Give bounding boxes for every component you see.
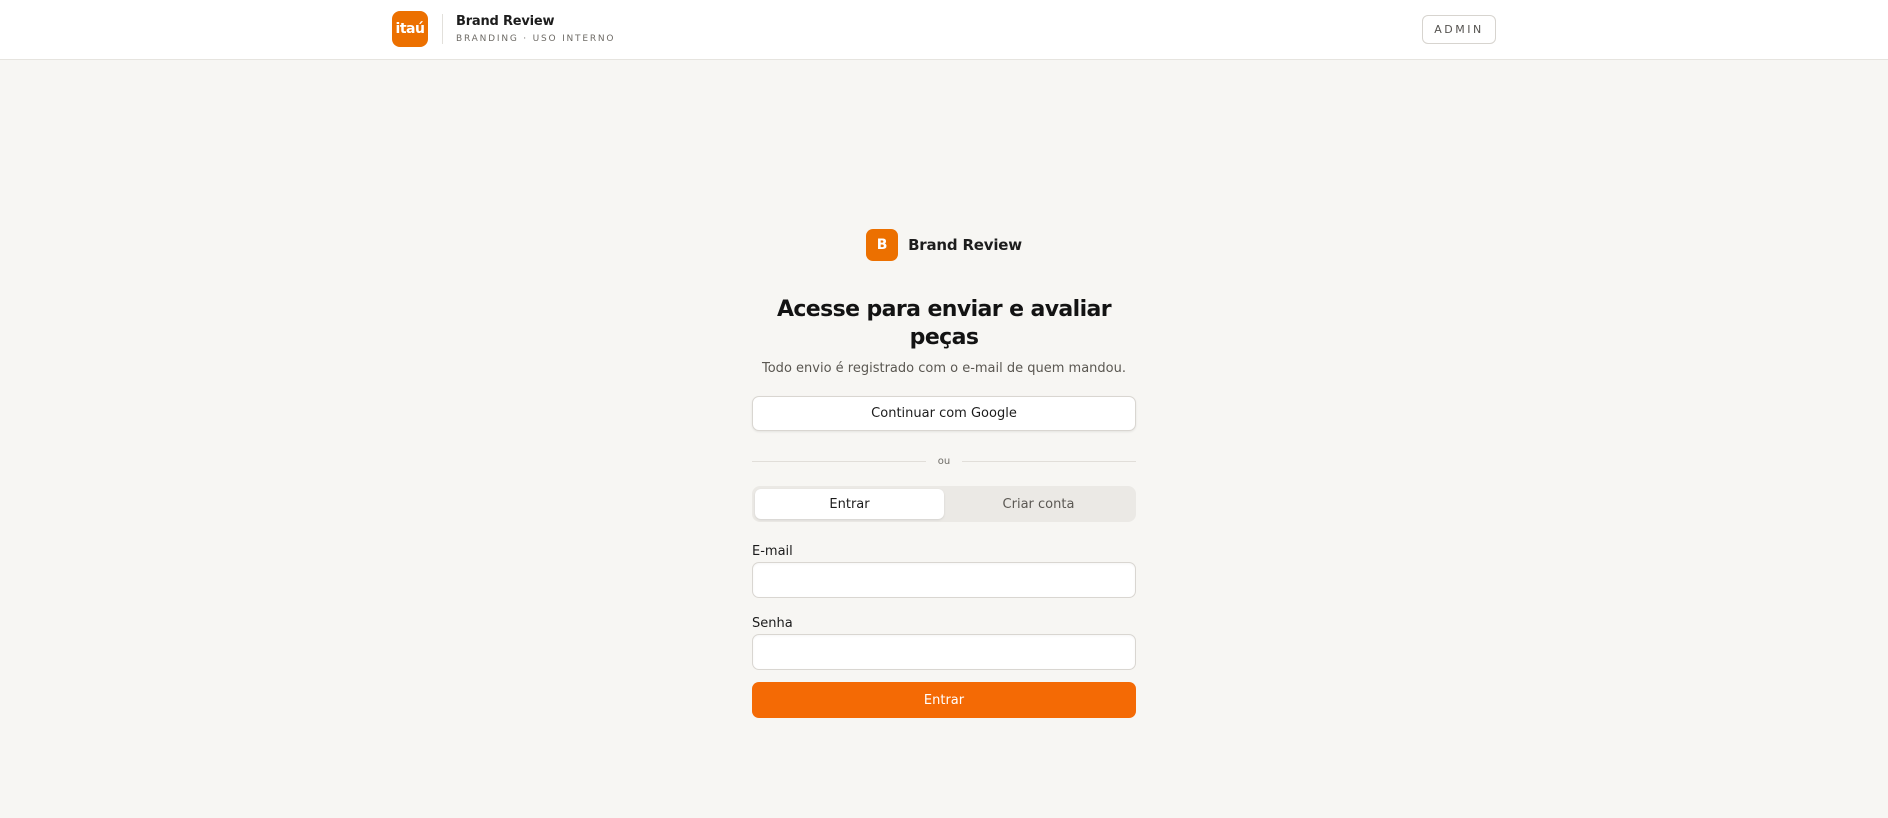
app-mark-letter: B — [876, 237, 888, 253]
auth-mode-tabs: Entrar Criar conta — [752, 486, 1136, 522]
or-divider: ou — [752, 454, 1136, 468]
app-badge: B Brand Review — [752, 228, 1136, 262]
tab-criar-conta[interactable]: Criar conta — [944, 489, 1133, 519]
google-signin-button[interactable]: Continuar com Google — [752, 396, 1136, 431]
page-title: Acesse para enviar e avaliar peças — [776, 297, 1112, 350]
submit-button[interactable]: Entrar — [752, 682, 1136, 718]
password-label: Senha — [752, 616, 793, 631]
itau-logo-icon: itaú — [392, 11, 428, 47]
itau-logo-text: itaú — [395, 21, 425, 37]
email-label: E-mail — [752, 544, 793, 559]
brand-title: Brand Review — [456, 13, 555, 29]
top-bar: itaú Brand Review BRANDING · USO INTERNO… — [0, 0, 1888, 60]
brand-divider — [442, 14, 443, 44]
password-field[interactable] — [752, 634, 1136, 670]
divider-line-left — [752, 460, 926, 462]
admin-button[interactable]: ADMIN — [1422, 15, 1496, 44]
divider-line-right — [962, 460, 1136, 462]
email-field[interactable] — [752, 562, 1136, 598]
app-mark-icon: B — [866, 229, 899, 261]
header-brand[interactable]: itaú Brand Review BRANDING · USO INTERNO — [392, 11, 615, 47]
app-name: Brand Review — [908, 236, 1022, 254]
divider-label: ou — [937, 455, 951, 467]
login-panel: B Brand Review Acesse para enviar e aval… — [752, 228, 1136, 718]
page-subtitle: Todo envio é registrado com o e-mail de … — [762, 361, 1126, 376]
tab-entrar[interactable]: Entrar — [755, 489, 944, 519]
brand-subtitle: BRANDING · USO INTERNO — [456, 33, 616, 44]
brand-text: Brand Review BRANDING · USO INTERNO — [456, 14, 615, 45]
